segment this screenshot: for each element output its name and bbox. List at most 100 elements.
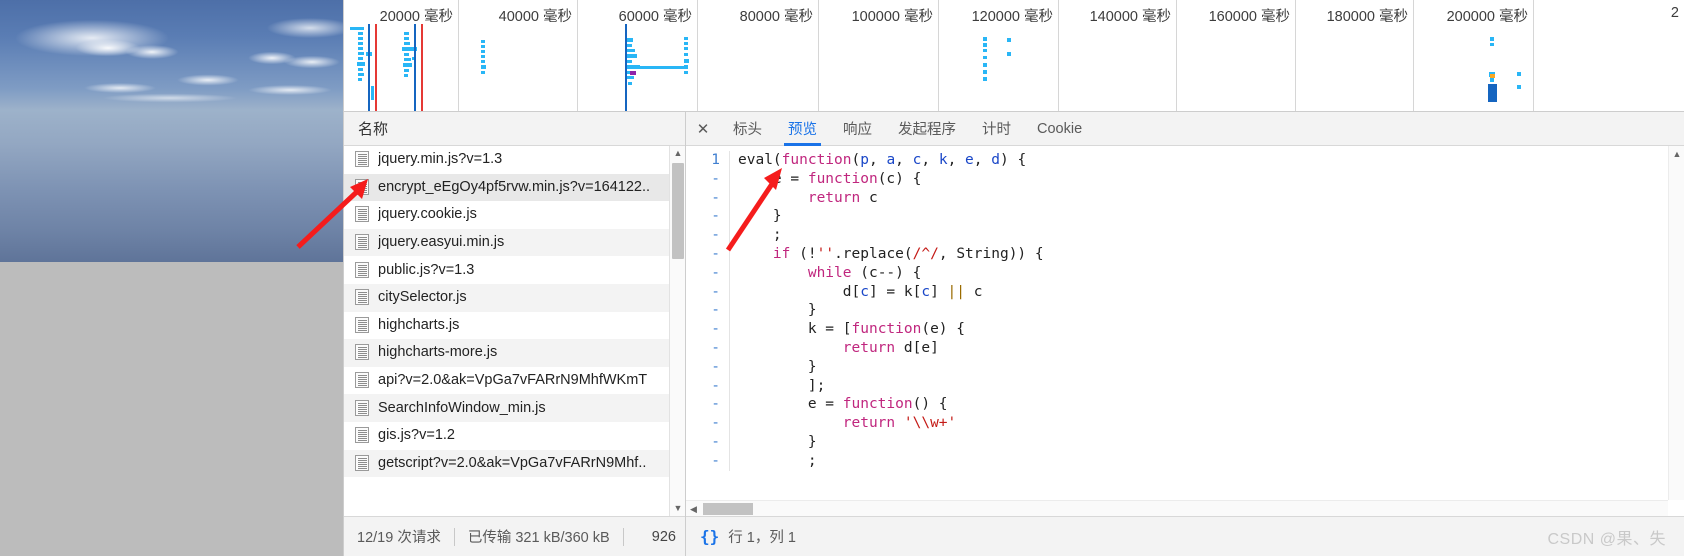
code-token: c [860, 189, 878, 206]
scrollbar-thumb[interactable] [672, 163, 684, 259]
line-number: - [686, 432, 730, 452]
ground-area [0, 262, 345, 556]
table-row[interactable]: getscript?v=2.0&ak=VpGa7vFARrN9Mhf.. [344, 449, 685, 478]
code-text: } [730, 301, 817, 320]
scroll-up-arrow[interactable]: ▲ [670, 146, 685, 161]
code-text: return '\\w+' [730, 414, 957, 433]
code-hscroll-thumb[interactable] [703, 503, 753, 515]
request-rows-container[interactable]: jquery.min.js?v=1.3 encrypt_eEgOy4pf5rvw.… [344, 146, 685, 516]
timeline-tick-label: 20000 毫秒 [379, 9, 453, 25]
code-token: e [965, 152, 974, 168]
code-token: k = [ [738, 321, 852, 338]
tab-2[interactable]: 响应 [830, 112, 885, 145]
tab-0[interactable]: 标头 [720, 112, 775, 145]
document-icon [355, 316, 369, 333]
table-row[interactable]: SearchInfoWindow_min.js [344, 394, 685, 422]
code-token: } [738, 433, 817, 450]
list-column-header[interactable]: 名称 [344, 112, 685, 146]
code-line: - d[c] = k[c] || c [686, 282, 1668, 302]
line-number: - [686, 395, 730, 415]
table-row[interactable]: citySelector.js [344, 283, 685, 312]
timeline-tick-column: 2 [1534, 0, 1684, 111]
document-icon [355, 454, 369, 471]
code-line: - e = function(c) { [686, 169, 1668, 189]
code-text: ; [730, 452, 817, 471]
timeline-tick-column: 20000 毫秒 [344, 0, 459, 111]
tab-1[interactable]: 预览 [775, 112, 830, 146]
code-scroll-left-arrow[interactable]: ◀ [686, 501, 701, 516]
request-name: encrypt_eEgOy4pf5rvw.min.js?v=164122.. [378, 178, 651, 195]
document-icon [355, 261, 369, 278]
code-token: return [842, 339, 896, 356]
code-token: '\\w+' [903, 415, 957, 432]
code-text: eval(function(p, a, c, k, e, d) { [730, 151, 1026, 170]
code-line: - } [686, 357, 1668, 377]
code-token: ) { [999, 152, 1027, 168]
document-icon [355, 178, 369, 195]
list-vertical-scrollbar[interactable]: ▲ ▼ [669, 146, 685, 516]
preview-code-viewer[interactable]: 1 eval(function(p, a, c, k, e, d) {- e = … [686, 146, 1684, 516]
code-scroll-up-arrow[interactable]: ▲ [1669, 146, 1684, 161]
code-horizontal-scrollbar[interactable]: ◀ [686, 500, 1668, 516]
close-icon[interactable]: ✕ [686, 112, 720, 145]
code-token: , [973, 152, 992, 168]
transferred-size: 已传输 321 kB/360 kB [467, 530, 610, 546]
code-vertical-scrollbar[interactable]: ▲ [1668, 146, 1684, 500]
request-name: citySelector.js [378, 289, 467, 306]
background-webpage [0, 0, 345, 556]
network-request-list: 名称 jquery.min.js?v=1.3 encrypt_eEgOy4pf5r… [344, 112, 686, 556]
code-token: } [738, 358, 817, 375]
document-icon [355, 234, 369, 251]
code-text: e = function() { [730, 395, 948, 414]
table-row[interactable]: jquery.cookie.js [344, 201, 685, 229]
table-row[interactable]: jquery.easyui.min.js [344, 228, 685, 257]
network-timeline-overview[interactable]: 20000 毫秒 40000 毫秒 60000 毫秒 80000 毫秒 100000 毫… [344, 0, 1684, 112]
code-line: - if (!''.replace(/^/, String)) { [686, 244, 1668, 264]
code-text: ]; [730, 377, 825, 396]
code-text: ; [730, 226, 782, 245]
timeline-tick-column: 180000 毫秒 [1296, 0, 1414, 111]
request-name: jquery.easyui.min.js [378, 234, 505, 251]
timeline-tick-label: 140000 毫秒 [1089, 9, 1171, 25]
table-row[interactable]: encrypt_eEgOy4pf5rvw.min.js?v=164122.. [344, 173, 685, 202]
document-icon [355, 151, 369, 168]
pretty-print-icon[interactable]: {} [686, 527, 728, 546]
table-row[interactable]: highcharts.js [344, 312, 685, 340]
request-name: api?v=2.0&ak=VpGa7vFARrN9MhfWKmT [378, 372, 648, 389]
table-row[interactable]: jquery.min.js?v=1.3 [344, 146, 685, 174]
code-token: , [938, 245, 957, 262]
code-line: - } [686, 301, 1668, 321]
code-token: function [851, 321, 922, 338]
code-text: } [730, 358, 817, 377]
code-token: ] [930, 283, 948, 300]
code-line: - return c [686, 188, 1668, 208]
table-row[interactable]: highcharts-more.js [344, 339, 685, 367]
timeline-tick-label: 40000 毫秒 [498, 9, 572, 25]
table-row[interactable]: public.js?v=1.3 [344, 256, 685, 284]
table-row[interactable]: gis.js?v=1.2 [344, 422, 685, 450]
timeline-tick-column: 200000 毫秒 [1414, 0, 1534, 111]
code-text: } [730, 433, 817, 452]
code-line: - ; [686, 451, 1668, 471]
timeline-tick-label: 120000 毫秒 [971, 9, 1053, 25]
request-name: getscript?v=2.0&ak=VpGa7vFARrN9Mhf.. [378, 454, 647, 471]
detail-tabbar: ✕ 标头 预览 响应 发起程序 计时 Cookie [686, 112, 1684, 146]
request-name: highcharts-more.js [378, 344, 498, 361]
tab-3[interactable]: 发起程序 [885, 112, 969, 145]
code-token: ; [738, 227, 782, 244]
code-token: p [860, 152, 869, 168]
timeline-tick-column: 120000 毫秒 [939, 0, 1059, 111]
timeline-tick-label: 200000 毫秒 [1446, 9, 1528, 25]
tab-4[interactable]: 计时 [969, 112, 1024, 145]
document-icon [355, 399, 369, 416]
tab-5[interactable]: Cookie [1024, 112, 1095, 145]
code-token: } [738, 302, 817, 319]
summary-extra-value: 926 [651, 528, 676, 545]
code-token: a [886, 152, 896, 168]
line-number: - [686, 338, 730, 358]
scroll-down-arrow[interactable]: ▼ [670, 501, 685, 516]
table-row[interactable]: api?v=2.0&ak=VpGa7vFARrN9MhfWKmT [344, 367, 685, 395]
code-token: return [842, 415, 896, 432]
